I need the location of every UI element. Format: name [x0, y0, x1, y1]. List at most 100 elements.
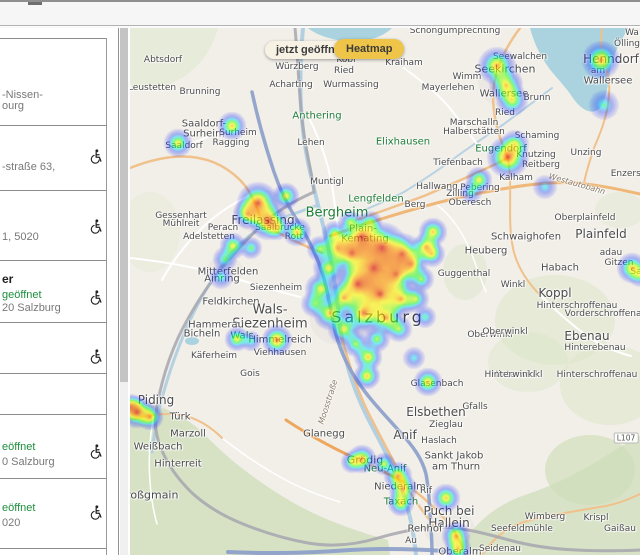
wheelchair-icon [88, 348, 105, 365]
map-label: Oberesch [449, 198, 492, 208]
map-label: Hinterebenau [564, 343, 625, 353]
map-label: Berg [405, 200, 426, 210]
map-label: Bicheln [184, 329, 221, 340]
map-label: Seekirchen [475, 63, 536, 76]
store-list-sidebar: -Nissen-ourg-straße 63,1, 5020ergeöffnet… [0, 28, 130, 555]
map-label: Hinterreit [154, 459, 201, 470]
map-label: Adelstetten [183, 232, 235, 242]
map-label: Koppl [538, 286, 571, 300]
map-label: Rehhof [408, 524, 443, 535]
map-viewport[interactable]: Schöngumprechting WaÖlling Abtsdorf Würzber… [130, 28, 640, 555]
sidebar-scrollbar[interactable] [120, 28, 128, 555]
map-label: Wa [625, 28, 639, 38]
map-label: Schöngumprechting [410, 28, 501, 36]
map-label: Hinterwinkl [484, 370, 535, 380]
map-label: Enzersberg [611, 169, 640, 179]
list-divider [0, 322, 107, 323]
list-divider [0, 478, 107, 479]
map-label: Heuberg [465, 246, 508, 257]
map-label: Hinterschroffenau [557, 370, 638, 380]
map-label: Ried [495, 108, 515, 118]
list-divider [0, 373, 107, 374]
map-label: Kalham [499, 173, 533, 183]
store-item-text: 020 [2, 517, 20, 529]
heatmap-toggle-button[interactable]: Heatmap [334, 39, 404, 59]
map-label: Wimm [453, 72, 482, 82]
map-label: Kemating [341, 234, 388, 245]
map-label: Taxach [384, 497, 418, 508]
map-label: Feldkirchen [202, 297, 259, 308]
map-label: am Thurn [432, 462, 480, 473]
map-label: Vorderschroffenau [565, 309, 640, 319]
map-label: Würzberg [275, 62, 318, 72]
list-divider [0, 190, 107, 191]
map-label: Viehhausen [254, 348, 307, 358]
map-label: Türk [170, 412, 191, 423]
store-item-text: eöffnet [2, 502, 35, 514]
map-label: am [591, 66, 605, 76]
list-divider [0, 548, 107, 549]
map-label: Lengfelden [348, 194, 404, 205]
map-label: Elsbethen [406, 405, 465, 419]
map-label: Knutzing [516, 150, 555, 160]
map-label: Rott [285, 232, 303, 242]
map-label: Großgmain [130, 489, 178, 502]
map-label: Mayerlehen [422, 83, 475, 93]
map-label: Elixhausen [376, 137, 430, 148]
map-label: Mühlreit [163, 219, 200, 229]
map-label: Sa [630, 267, 640, 277]
map-label: Au [405, 536, 417, 546]
map-label: Gfalls [462, 402, 487, 412]
map-label: Halberstätten [443, 127, 505, 137]
map-label: Leustetten [130, 83, 176, 93]
store-item-text: ourg [2, 100, 24, 112]
map-label: Oberplainfeld [555, 213, 616, 223]
map-label: Winkl [501, 280, 526, 290]
map-label: Piding [138, 393, 174, 407]
store-item-text: 1, 5020 [2, 231, 39, 243]
sidebar-scrollbar-thumb[interactable] [120, 28, 128, 382]
map-label: Anthering [292, 111, 341, 122]
wheelchair-icon [88, 504, 105, 521]
map-label: Oberalm [438, 547, 481, 555]
map-label: Ainring [204, 274, 240, 285]
map-label: Wallersee [480, 89, 529, 100]
map-label: Bergheim [306, 206, 369, 221]
map-label: Reitberg [522, 160, 560, 170]
map-label: Habach [541, 263, 579, 274]
list-divider [0, 260, 107, 261]
map-label: Unzing [571, 148, 602, 158]
wheelchair-icon [88, 148, 105, 165]
map-label: Kraiham [385, 58, 423, 68]
map-label: Ölling [614, 39, 640, 49]
map-label: Himmelreich [248, 335, 311, 346]
map-label: Ragging [213, 138, 250, 148]
map-labels-layer: Schöngumprechting WaÖlling Abtsdorf Würzber… [130, 28, 640, 555]
map-label: Anif [393, 428, 416, 442]
store-item-text: geöffnet [2, 289, 42, 301]
map-label: Rif [420, 486, 432, 496]
map-label: Glanegg [303, 429, 345, 440]
wheelchair-icon [88, 218, 105, 235]
map-label: Gitzen [605, 258, 634, 268]
map-label: Abtsdorf [144, 55, 182, 65]
map-label: Seidenau [479, 544, 521, 554]
map-label: Käferheim [191, 351, 237, 361]
map-label: Ebenau [564, 329, 609, 343]
map-label: Muntigl [310, 177, 343, 187]
map-label: Saaldorf [165, 141, 202, 151]
store-item-text: -straße 63, [2, 161, 55, 173]
wheelchair-icon [88, 289, 105, 306]
list-divider [0, 414, 107, 415]
map-label: Zieglau [429, 420, 463, 430]
map-label: Schaming [515, 131, 560, 141]
map-label: Salzburg [331, 308, 425, 327]
list-divider [0, 125, 107, 126]
map-label: Siezenheim [250, 283, 302, 293]
map-label: Surheim [219, 128, 256, 138]
map-label: Wimberg [525, 512, 565, 522]
map-label: Acharting [269, 80, 312, 90]
map-label: Lehen [297, 138, 324, 148]
map-label: Plainfeld [575, 227, 626, 241]
wheelchair-icon [88, 443, 105, 460]
